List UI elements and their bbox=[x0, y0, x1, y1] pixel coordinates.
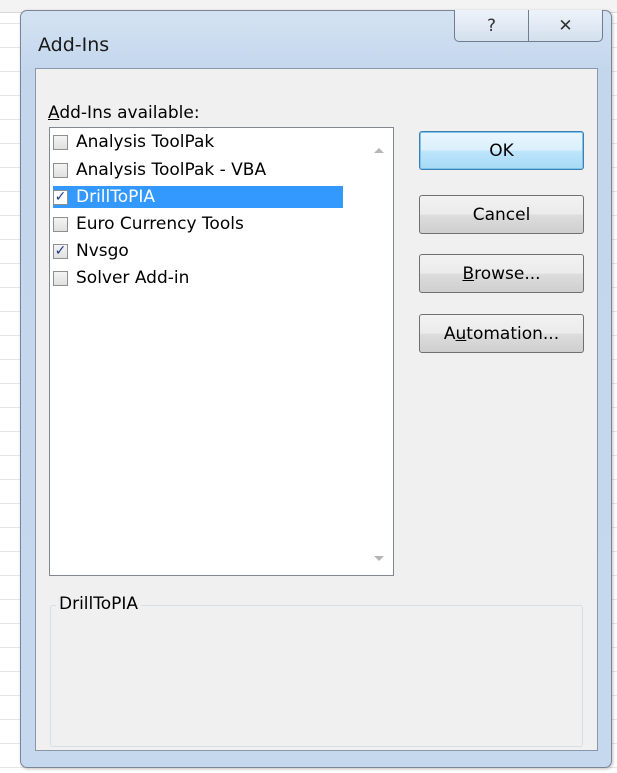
checkbox-icon[interactable]: ✓ bbox=[53, 243, 68, 259]
list-item-label: DrillToPIA bbox=[74, 187, 158, 207]
ok-button[interactable]: OK bbox=[419, 131, 584, 170]
help-icon: ? bbox=[486, 15, 497, 36]
checkbox-icon[interactable] bbox=[53, 270, 68, 286]
list-item-label: Analysis ToolPak - VBA bbox=[76, 160, 267, 180]
checkbox-icon[interactable] bbox=[53, 134, 68, 150]
scroll-up-icon[interactable] bbox=[374, 148, 384, 153]
list-item-euro-currency-tools[interactable]: Euro Currency Tools bbox=[53, 213, 246, 235]
help-button[interactable]: ? bbox=[455, 10, 529, 41]
scroll-down-icon[interactable] bbox=[374, 556, 384, 561]
dialog-title: Add-Ins bbox=[38, 34, 110, 56]
add-ins-dialog: Add-Ins ? ✕ Add-Ins available: Analysis … bbox=[20, 10, 612, 768]
checkbox-icon[interactable]: ✓ bbox=[53, 189, 68, 205]
add-in-details-title: DrillToPIA bbox=[56, 594, 142, 614]
list-item-drilltopia[interactable]: ✓ DrillToPIA bbox=[53, 186, 343, 208]
title-bar-buttons: ? ✕ bbox=[454, 10, 603, 42]
title-bar: Add-Ins ? ✕ bbox=[21, 10, 611, 67]
add-in-details-group: DrillToPIA bbox=[50, 594, 583, 747]
cancel-button[interactable]: Cancel bbox=[419, 195, 584, 234]
list-item-label: Nvsgo bbox=[76, 241, 129, 261]
list-item-label: Euro Currency Tools bbox=[76, 214, 244, 234]
dialog-client-area: Add-Ins available: Analysis ToolPak Anal… bbox=[35, 68, 598, 751]
checkbox-icon[interactable] bbox=[53, 216, 68, 232]
list-item-analysis-toolpak[interactable]: Analysis ToolPak bbox=[53, 131, 216, 153]
automation-button[interactable]: Au tomation... bbox=[419, 314, 584, 353]
checkbox-icon[interactable] bbox=[53, 162, 68, 178]
list-item-analysis-toolpak-vba[interactable]: Analysis ToolPak - VBA bbox=[53, 159, 268, 181]
list-item-solver-add-in[interactable]: Solver Add-in bbox=[53, 267, 191, 289]
list-item-label: Analysis ToolPak bbox=[76, 132, 215, 152]
list-item-label: Solver Add-in bbox=[76, 268, 190, 288]
close-button[interactable]: ✕ bbox=[529, 10, 602, 41]
add-ins-listbox[interactable]: Analysis ToolPak Analysis ToolPak - VBA … bbox=[49, 127, 394, 576]
add-ins-available-label: Add-Ins available: bbox=[48, 103, 200, 123]
list-item-nvsgo[interactable]: ✓ Nvsgo bbox=[53, 240, 131, 262]
close-icon: ✕ bbox=[558, 15, 573, 36]
browse-button[interactable]: Browse... bbox=[419, 254, 584, 293]
listbox-scrollbar[interactable] bbox=[365, 128, 393, 575]
